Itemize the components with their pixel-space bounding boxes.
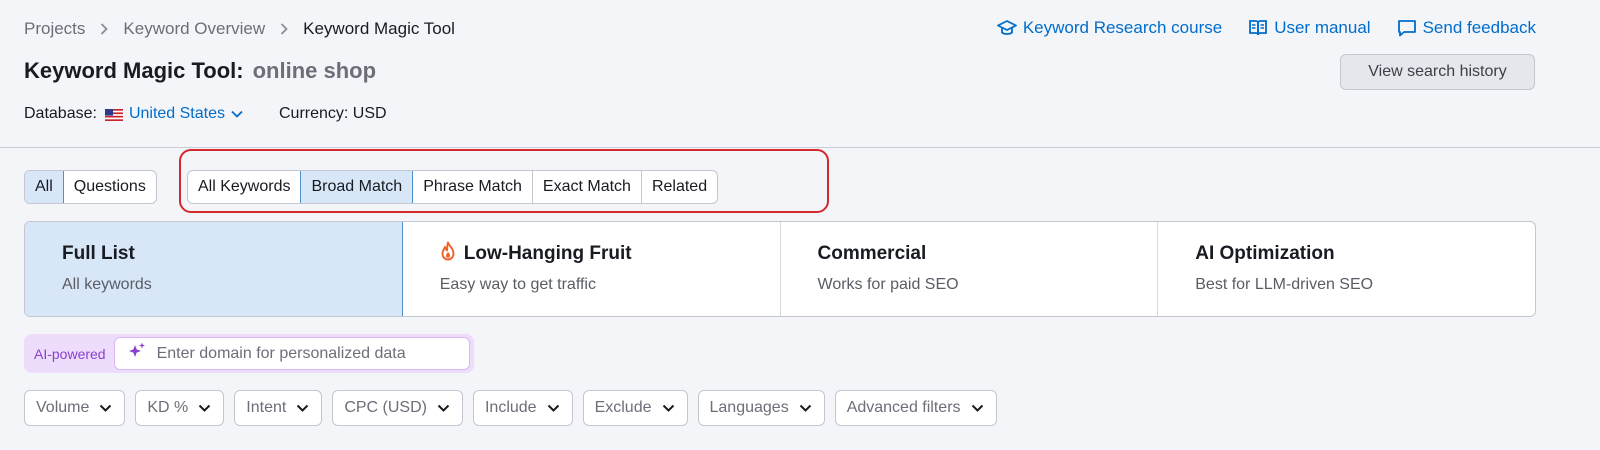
card-commercial[interactable]: Commercial Works for paid SEO xyxy=(781,222,1159,316)
tab-related[interactable]: Related xyxy=(642,171,717,203)
send-feedback-link[interactable]: Send feedback xyxy=(1397,18,1536,38)
chevron-down-icon xyxy=(547,399,560,417)
tab-exact-match[interactable]: Exact Match xyxy=(533,171,642,203)
chevron-right-icon xyxy=(280,23,288,35)
card-ai-optimization[interactable]: AI Optimization Best for LLM-driven SEO xyxy=(1158,222,1535,316)
database-value: United States xyxy=(128,105,225,122)
card-subtitle: All keywords xyxy=(62,276,152,293)
sparkles-icon xyxy=(127,341,147,366)
tab-all-keywords[interactable]: All Keywords xyxy=(188,171,302,203)
flame-icon xyxy=(440,241,456,267)
chevron-down-icon xyxy=(662,399,675,417)
filter-label: Exclude xyxy=(594,399,652,416)
domain-input-placeholder: Enter domain for personalized data xyxy=(156,344,406,362)
domain-input[interactable]: Enter domain for personalized data xyxy=(113,337,470,370)
search-query: online shop xyxy=(252,58,377,83)
breadcrumb-item-current: Keyword Magic Tool xyxy=(303,19,455,38)
chevron-down-icon xyxy=(799,399,812,417)
chevron-down-icon xyxy=(198,399,211,417)
card-title-row: Low-Hanging Fruit xyxy=(440,241,743,267)
filter-exclude[interactable]: Exclude xyxy=(582,390,688,426)
filter-label: KD % xyxy=(147,399,189,416)
speech-bubble-icon xyxy=(1397,19,1417,37)
header-divider xyxy=(0,147,1600,148)
graduation-cap-icon xyxy=(996,19,1017,37)
ai-personalization-box: AI-powered Enter domain for personalized… xyxy=(24,334,474,373)
card-low-hanging-fruit[interactable]: Low-Hanging Fruit Easy way to get traffi… xyxy=(403,222,781,316)
user-manual-label: User manual xyxy=(1274,18,1371,37)
breadcrumb: Projects Keyword Overview Keyword Magic … xyxy=(24,18,455,40)
page-title: Keyword Magic Tool: online shop xyxy=(24,58,376,88)
database-select[interactable]: United States xyxy=(104,105,243,123)
filter-label: Include xyxy=(484,399,537,416)
view-search-history-button[interactable]: View search history xyxy=(1340,54,1535,90)
filter-languages[interactable]: Languages xyxy=(697,390,825,426)
filter-label: CPC (USD) xyxy=(344,399,427,416)
chevron-down-icon xyxy=(971,399,984,417)
card-title: Full List xyxy=(62,243,135,264)
tool-name: Keyword Magic Tool: xyxy=(24,58,244,83)
tab-all[interactable]: All xyxy=(24,171,64,203)
filter-volume[interactable]: Volume xyxy=(24,390,126,426)
chevron-down-icon xyxy=(437,399,450,417)
filter-intent[interactable]: Intent xyxy=(234,390,323,426)
filter-label: Languages xyxy=(709,399,789,416)
currency-label: Currency: USD xyxy=(279,105,387,122)
filter-label: Volume xyxy=(36,399,90,416)
book-icon xyxy=(1248,19,1268,37)
card-subtitle: Works for paid SEO xyxy=(817,276,959,293)
top-links: Keyword Research course User manual Send… xyxy=(996,16,1536,40)
filter-advanced[interactable]: Advanced filters xyxy=(834,390,997,426)
match-type-tabs: All Keywords Broad Match Phrase Match Ex… xyxy=(187,170,719,204)
keyword-research-course-label: Keyword Research course xyxy=(1022,18,1223,37)
filter-include[interactable]: Include xyxy=(472,390,573,426)
filter-kd[interactable]: KD % xyxy=(135,390,225,426)
tab-phrase-match[interactable]: Phrase Match xyxy=(413,171,533,203)
card-subtitle: Easy way to get traffic xyxy=(439,276,596,293)
send-feedback-label: Send feedback xyxy=(1422,18,1536,37)
us-flag-icon xyxy=(104,108,123,121)
card-title: AI Optimization xyxy=(1195,243,1335,264)
chevron-down-icon xyxy=(99,399,112,417)
database-label: Database: xyxy=(24,105,97,122)
filter-bar: Volume KD % Intent CPC (USD) Include Exc… xyxy=(24,390,997,426)
user-manual-link[interactable]: User manual xyxy=(1248,18,1371,38)
breadcrumb-item-projects[interactable]: Projects xyxy=(24,19,85,39)
chevron-down-icon xyxy=(296,399,309,417)
chevron-right-icon xyxy=(100,23,109,35)
tab-broad-match[interactable]: Broad Match xyxy=(300,171,414,203)
breadcrumb-item-keyword-overview[interactable]: Keyword Overview xyxy=(123,19,265,39)
keyword-research-course-link[interactable]: Keyword Research course xyxy=(996,18,1223,38)
card-title: Commercial xyxy=(817,243,927,264)
filter-label: Advanced filters xyxy=(846,399,961,416)
filter-cpc[interactable]: CPC (USD) xyxy=(332,390,463,426)
keyword-list-cards: Full List All keywords Low-Hanging Fruit… xyxy=(24,221,1536,317)
card-subtitle: Best for LLM-driven SEO xyxy=(1195,276,1374,293)
tab-questions[interactable]: Questions xyxy=(64,171,156,203)
chevron-down-icon xyxy=(231,105,243,123)
card-title: Low-Hanging Fruit xyxy=(463,243,632,264)
ai-powered-badge: AI-powered xyxy=(34,345,106,362)
card-full-list[interactable]: Full List All keywords xyxy=(25,222,403,316)
scope-tabs: All Questions xyxy=(24,170,157,204)
database-row: Database: United States Currency: USD xyxy=(24,102,387,126)
filter-label: Intent xyxy=(246,399,287,416)
